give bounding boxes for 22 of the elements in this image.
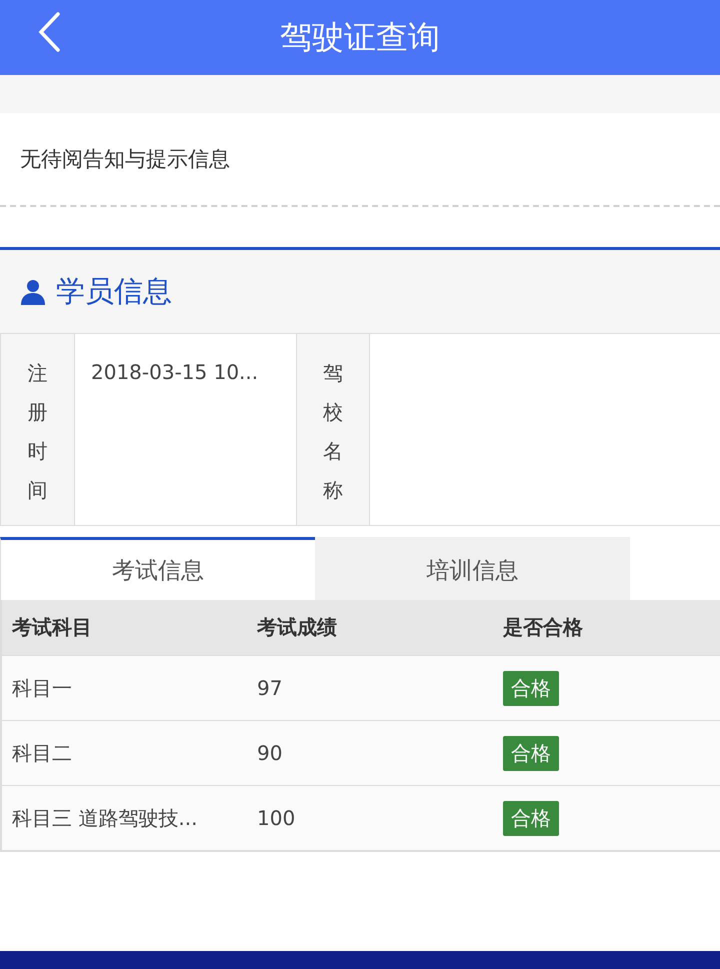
field-label: 驾校名称: [296, 334, 370, 525]
field-value: 2018-03-15 10...: [91, 360, 258, 384]
tab[interactable]: 培训信息: [315, 537, 630, 600]
column-header: 考试成绩: [257, 614, 338, 641]
field-label: 注册时间: [0, 334, 75, 525]
table-cell-text: 97: [257, 676, 284, 700]
table-cell-text: 科目一: [12, 674, 73, 702]
table-cell-text: 科目三 道路驾驶技...: [12, 804, 198, 832]
user-icon: [20, 278, 46, 304]
page-title: 驾驶证查询: [280, 16, 440, 58]
pass-badge: 合格: [503, 670, 559, 706]
table-cell-text: 100: [257, 806, 296, 830]
section-title: 学员信息: [56, 272, 172, 310]
pass-badge: 合格: [503, 800, 559, 836]
table-cell-text: 科目二: [12, 740, 73, 766]
notice-message: 无待阅告知与提示信息: [20, 146, 230, 173]
table-cell-text: 90: [257, 741, 284, 765]
column-header: 是否合格: [503, 614, 584, 641]
pass-badge: 合格: [503, 736, 559, 770]
column-header: 考试科目: [12, 614, 93, 641]
back-icon[interactable]: [36, 10, 62, 54]
tab[interactable]: 考试信息: [0, 537, 315, 600]
